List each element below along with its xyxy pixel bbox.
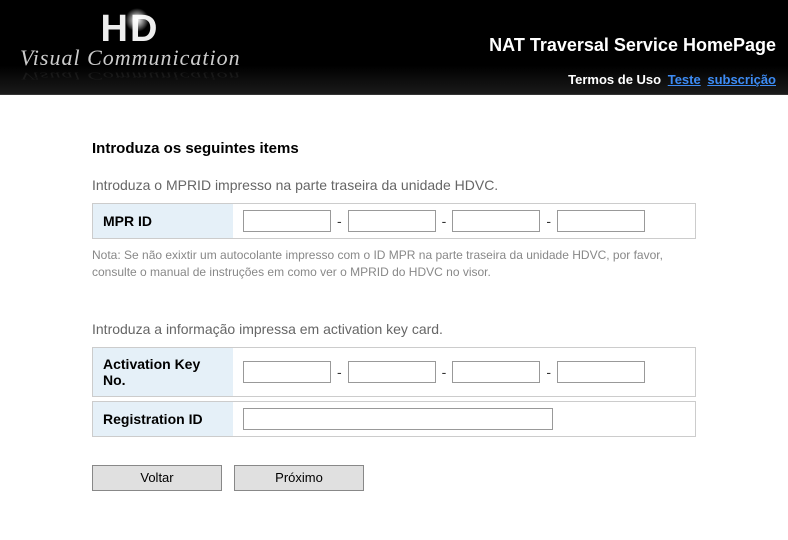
mprid-input-2[interactable] (348, 210, 436, 232)
next-button[interactable]: Próximo (234, 465, 364, 491)
activation-input-4[interactable] (557, 361, 645, 383)
activation-label: Activation Key No. (93, 348, 233, 396)
activation-row: Activation Key No. - - - (92, 347, 696, 397)
mprid-input-4[interactable] (557, 210, 645, 232)
mprid-label: MPR ID (93, 204, 233, 238)
logo: HD Visual Communication Visual Communica… (20, 8, 241, 89)
mprid-fields: - - - (233, 204, 695, 238)
header-links: Termos de Uso Teste subscrição (568, 72, 776, 87)
activation-input-2[interactable] (348, 361, 436, 383)
separator: - (335, 364, 344, 380)
mprid-note: Nota: Se não exixtir um autocolante impr… (92, 247, 696, 281)
back-button[interactable]: Voltar (92, 465, 222, 491)
registration-label: Registration ID (93, 402, 233, 436)
registration-input[interactable] (243, 408, 553, 430)
mprid-input-3[interactable] (452, 210, 540, 232)
activation-fields: - - - (233, 348, 695, 396)
activation-input-1[interactable] (243, 361, 331, 383)
mprid-input-1[interactable] (243, 210, 331, 232)
content: Introduza os seguintes items Introduza o… (0, 95, 788, 491)
terms-label: Termos de Uso (568, 72, 661, 87)
separator: - (544, 364, 553, 380)
button-bar: Voltar Próximo (92, 465, 696, 491)
section-title: Introduza os seguintes items (92, 140, 696, 157)
separator: - (440, 364, 449, 380)
mprid-instruction: Introduza o MPRID impresso na parte tras… (92, 177, 696, 193)
header: HD Visual Communication Visual Communica… (0, 0, 788, 95)
separator: - (544, 213, 553, 229)
mprid-row: MPR ID - - - (92, 203, 696, 239)
logo-sub-text: Visual Communication (20, 45, 241, 71)
link-teste[interactable]: Teste (668, 72, 701, 87)
separator: - (440, 213, 449, 229)
activation-instruction: Introduza a informação impressa em activ… (92, 321, 696, 337)
link-subscricao[interactable]: subscrição (707, 72, 776, 87)
registration-fields (233, 402, 695, 436)
registration-row: Registration ID (92, 401, 696, 437)
separator: - (335, 213, 344, 229)
activation-input-3[interactable] (452, 361, 540, 383)
page-title: NAT Traversal Service HomePage (489, 35, 776, 56)
logo-sub-reflect: Visual Communication (20, 70, 241, 83)
